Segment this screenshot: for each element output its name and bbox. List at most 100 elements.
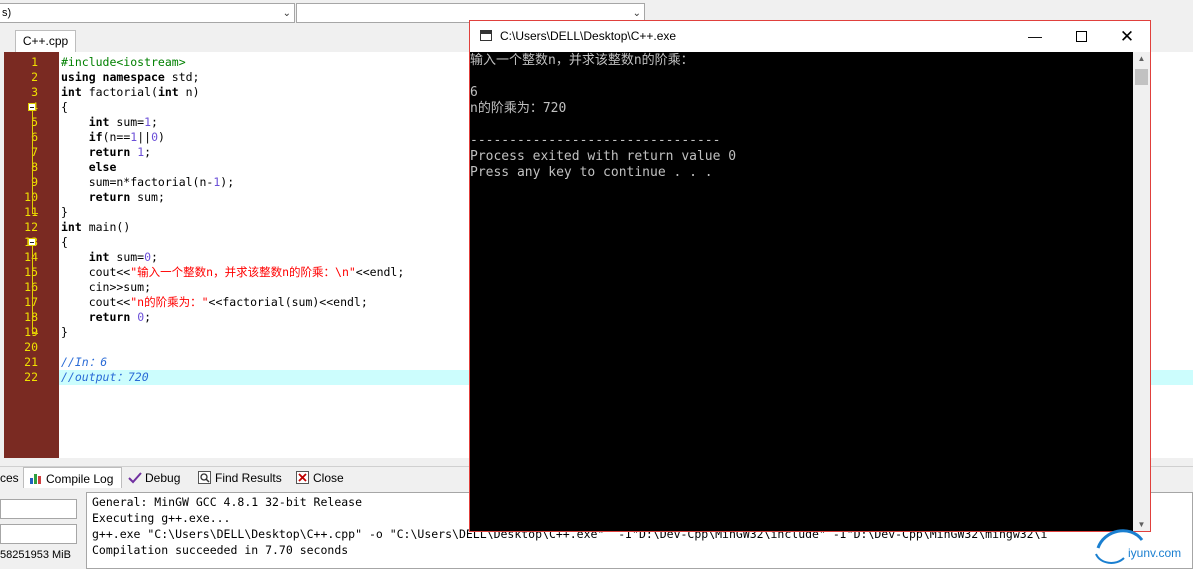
console-line: 6: [470, 85, 478, 100]
code-token: 0: [144, 250, 152, 264]
console-titlebar[interactable]: C:\Users\DELL\Desktop\C++.exe — ✕: [470, 21, 1150, 52]
code-token: //In：6: [61, 355, 108, 369]
console-line: --------------------------------: [470, 133, 721, 148]
line-number: 22: [24, 370, 38, 384]
code-token: 1: [144, 115, 152, 129]
code-text: }: [61, 325, 68, 340]
code-token: <<endl;: [355, 265, 405, 279]
code-token: ||: [137, 130, 152, 144]
code-text: int factorial(int n): [61, 85, 200, 100]
code-token: int: [157, 85, 179, 99]
line-number: 12: [24, 220, 38, 234]
code-token: ;: [144, 310, 152, 324]
line-number: 1: [31, 55, 38, 69]
console-window[interactable]: C:\Users\DELL\Desktop\C++.exe — ✕ 输入一个整数…: [469, 20, 1151, 532]
class-combo[interactable]: s) ⌄: [0, 3, 295, 23]
errors-field[interactable]: [0, 499, 77, 519]
scroll-up-icon[interactable]: ▲: [1133, 54, 1150, 63]
code-token: }: [61, 205, 68, 219]
tab-debug[interactable]: Debug: [128, 467, 180, 489]
code-token: ;: [151, 250, 158, 264]
console-line: n的阶乘为：720: [470, 101, 567, 116]
tab-cpp-file[interactable]: C++.cpp: [15, 30, 76, 52]
code-token: int: [88, 250, 110, 264]
code-token: ): [158, 130, 165, 144]
scroll-thumb[interactable]: [1135, 69, 1148, 85]
close-icon: [296, 469, 309, 484]
console-line: Process exited with return value 0: [470, 149, 737, 164]
line-number: 2: [31, 70, 38, 84]
code-text: //In：6: [61, 355, 107, 370]
code-token: #include<iostream>: [61, 55, 186, 69]
code-token: else: [88, 160, 117, 174]
line-number: 20: [24, 340, 38, 354]
code-token: cout<<: [61, 265, 131, 279]
find-icon: [198, 469, 211, 484]
code-token: sum=n*factorial(n-: [61, 175, 214, 189]
code-token: <<factorial(sum)<<endl;: [208, 295, 368, 309]
chevron-down-icon: ⌄: [282, 8, 291, 19]
code-token: return: [88, 310, 131, 324]
fold-guide: [32, 111, 33, 213]
code-token: "n的阶乘为：": [130, 295, 209, 309]
code-text: cin>>sum;: [61, 280, 151, 295]
fold-end-marker: [32, 333, 38, 334]
code-token: sum;: [130, 190, 165, 204]
code-text: int main(): [61, 220, 130, 235]
console-scrollbar[interactable]: ▲ ▼: [1133, 52, 1150, 531]
warnings-field[interactable]: [0, 524, 77, 544]
console-output[interactable]: 输入一个整数n，并求该整数n的阶乘： 6 n的阶乘为：720 ------------…: [470, 52, 1133, 531]
code-token: int: [88, 115, 110, 129]
code-token: );: [220, 175, 235, 189]
code-token: sum=: [109, 250, 145, 264]
console-title: C:\Users\DELL\Desktop\C++.exe: [500, 29, 677, 43]
tab-resources[interactable]: ces: [0, 467, 19, 489]
code-text: {: [61, 100, 68, 115]
code-text: {: [61, 235, 68, 250]
tab-find-results-label: Find Results: [215, 471, 282, 485]
maximize-button[interactable]: [1058, 21, 1104, 52]
code-token: ;: [151, 115, 158, 129]
console-line: Press any key to continue . . .: [470, 165, 713, 180]
code-token: {: [61, 235, 68, 249]
tab-find-results[interactable]: Find Results: [198, 467, 282, 489]
console-app-icon: [480, 30, 492, 41]
code-text: #include<iostream>: [61, 55, 186, 70]
code-token: factorial(: [81, 85, 158, 99]
close-button[interactable]: ✕: [1104, 21, 1150, 52]
code-token: cout<<: [61, 295, 131, 309]
code-token: 0: [151, 130, 158, 144]
code-text: sum=n*factorial(n-1);: [61, 175, 234, 190]
code-token: n): [178, 85, 200, 99]
line-number: 3: [31, 85, 38, 99]
code-token: cin>>sum;: [61, 280, 152, 294]
code-text: using namespace std;: [61, 70, 199, 85]
code-token: sum=: [109, 115, 145, 129]
code-text: //output：720: [61, 370, 149, 385]
code-text: int sum=0;: [61, 250, 158, 265]
code-text: return sum;: [61, 190, 165, 205]
code-token: ;: [144, 145, 152, 159]
code-text: if(n==1||0): [61, 130, 165, 145]
console-line: 输入一个整数n，并求该整数n的阶乘：: [470, 53, 694, 68]
code-token: if: [88, 130, 103, 144]
fold-toggle-icon[interactable]: [28, 103, 36, 111]
memory-usage: 58251953 MiB: [0, 549, 71, 561]
code-token: using namespace: [61, 70, 165, 84]
code-token: "输入一个整数n，并求该整数n的阶乘：\n": [130, 265, 356, 279]
tab-compile-log[interactable]: Compile Log: [23, 467, 122, 489]
code-token: (n==: [102, 130, 131, 144]
minimize-button[interactable]: —: [1012, 21, 1058, 52]
tab-debug-label: Debug: [145, 471, 181, 485]
tab-close[interactable]: Close: [296, 467, 344, 489]
watermark-logo: [1095, 529, 1144, 564]
code-token: {: [61, 100, 68, 114]
fold-end-marker: [32, 213, 38, 214]
fold-toggle-icon[interactable]: [28, 238, 36, 246]
